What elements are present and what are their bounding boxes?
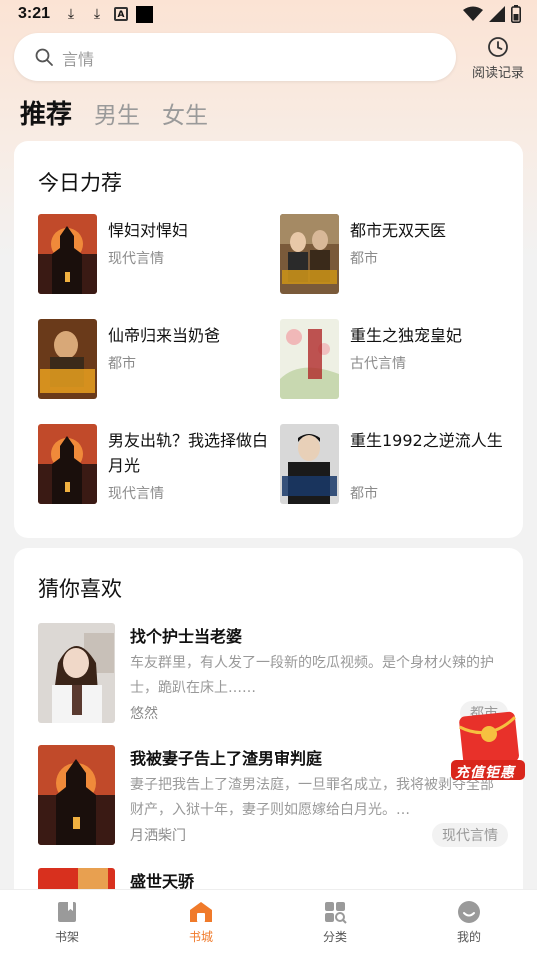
nav-profile[interactable]: 我的 [439,900,499,945]
a-box-icon: A [114,7,128,21]
book-author: 月洒柴门 [130,828,186,844]
tab-male[interactable]: 男生 [94,96,140,130]
book-item[interactable]: 重生之独宠皇妃 古代言情 [280,319,510,401]
tab-recommend[interactable]: 推荐 [20,94,72,131]
book-title: 悍妇对悍妇 [108,221,189,240]
book-description: 车友群里，有人发了一段新的吃瓜视频。是个身材火辣的护士，跪趴在床上…… [130,655,494,696]
book-genre: 都市 [108,356,136,372]
bookstore-icon [190,902,212,922]
promo-label: 充值钜惠 [455,765,515,781]
category-tabs: 推荐 男生 女生 [20,94,208,131]
book-genre: 现代言情 [108,486,164,502]
book-title: 仙帝归来当奶爸 [108,326,221,345]
list-item[interactable]: 找个护士当老婆 车友群里，有人发了一段新的吃瓜视频。是个身材火辣的护士，跪趴在床… [38,623,508,725]
book-item[interactable]: 男友出轨？我选择做白月光 现代言情 [38,424,268,506]
signal-icon [489,6,505,22]
book-genre: 都市 [350,251,378,267]
book-cover [38,214,97,294]
recharge-promo-badge[interactable]: 充值钜惠 [447,708,529,782]
book-cover [280,214,339,294]
book-item[interactable]: 重生1992之逆流人生 都市 [280,424,510,506]
book-cover [38,424,97,504]
bottom-nav: 书架 书城 分类 我的 [0,889,537,956]
download-icon: ⤓ [67,6,75,22]
nav-label: 我的 [456,930,481,944]
category-icon [325,902,347,924]
search-icon [35,48,53,66]
tab-female[interactable]: 女生 [162,96,208,130]
book-genre: 都市 [350,486,378,502]
genre-tag: 现代言情 [432,823,508,847]
status-bar: 3:21 ⤓ ⤓ A [0,0,537,30]
book-item[interactable]: 悍妇对悍妇 现代言情 [38,214,268,296]
book-genre: 现代言情 [108,251,164,267]
book-item[interactable]: 仙帝归来当奶爸 都市 [38,319,268,401]
wifi-icon [463,6,483,21]
book-genre: 古代言情 [350,356,406,372]
reading-history-button[interactable]: 阅读记录 [466,36,530,81]
book-title: 重生1992之逆流人生 [350,431,503,450]
nav-label: 书城 [188,930,213,944]
clock-icon [488,37,508,57]
section-title: 猜你喜欢 [38,577,122,601]
battery-icon [511,5,521,23]
search-bar[interactable]: 言情 [14,33,456,81]
nav-bookshelf[interactable]: 书架 [37,900,97,945]
book-cover [38,623,115,723]
list-item[interactable]: 我被妻子告上了渣男审判庭 妻子把我告上了渣男法庭，一旦罪名成立，我将被剥夺全部财… [38,745,508,847]
book-cover [280,319,339,399]
profile-icon [458,901,480,923]
nav-label: 书架 [54,930,79,944]
today-recommend-card: 今日力荐 悍妇对悍妇 现代言情 都市无双天医 都市 仙帝归来当奶爸 都市 重生之… [14,141,523,538]
book-cover [38,745,115,845]
book-title: 我被妻子告上了渣男审判庭 [130,749,323,768]
bookshelf-icon [58,902,76,922]
book-cover [38,319,97,399]
status-time: 3:21 [18,5,51,22]
book-title: 重生之独宠皇妃 [350,326,463,345]
book-title: 找个护士当老婆 [130,627,243,646]
book-author: 悠然 [130,706,158,722]
book-title: 都市无双天医 [350,221,447,240]
nav-category[interactable]: 分类 [305,900,365,945]
book-item[interactable]: 都市无双天医 都市 [280,214,510,296]
nav-label: 分类 [322,930,347,944]
reading-history-label: 阅读记录 [471,66,524,81]
book-cover [280,424,339,504]
download-icon: ⤓ [93,6,101,22]
book-description: 妻子把我告上了渣男法庭，一旦罪名成立，我将被剥夺全部财产，入狱十年，妻子则如愿嫁… [130,777,494,818]
book-title: 男友出轨？我选择做白月光 [108,431,269,475]
search-placeholder: 言情 [62,50,95,69]
section-title: 今日力荐 [38,171,122,195]
nav-bookstore[interactable]: 书城 [171,900,231,945]
black-square-icon [136,5,153,23]
